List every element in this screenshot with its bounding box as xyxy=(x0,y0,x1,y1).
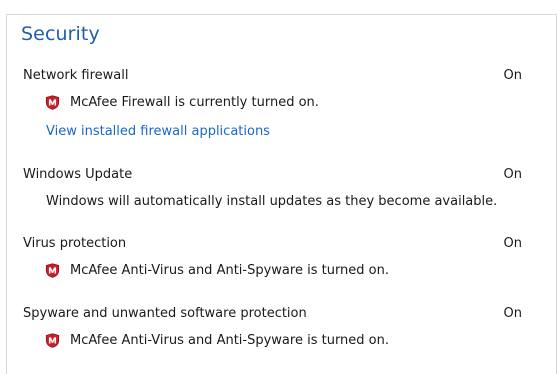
windows-update-detail: Windows will automatically install updat… xyxy=(46,194,498,209)
mcafee-shield-icon xyxy=(45,263,60,278)
virus-protection-detail: McAfee Anti-Virus and Anti-Spyware is tu… xyxy=(45,263,389,278)
mcafee-shield-icon xyxy=(45,333,60,348)
spyware-protection-status: On xyxy=(503,306,522,321)
network-firewall-status: On xyxy=(503,68,522,83)
security-panel: Security Network firewall On McAfee Fire… xyxy=(6,14,557,374)
spyware-protection-detail: McAfee Anti-Virus and Anti-Spyware is tu… xyxy=(45,333,389,348)
windows-update-label: Windows Update xyxy=(23,167,133,182)
spyware-protection-detail-text: McAfee Anti-Virus and Anti-Spyware is tu… xyxy=(70,333,390,348)
section-title: Security xyxy=(21,23,100,45)
view-firewall-applications-link[interactable]: View installed firewall applications xyxy=(46,124,270,139)
network-firewall-detail: McAfee Firewall is currently turned on. xyxy=(45,95,319,110)
mcafee-shield-icon xyxy=(45,95,60,110)
network-firewall-detail-text: McAfee Firewall is currently turned on. xyxy=(70,95,319,110)
network-firewall-label: Network firewall xyxy=(23,68,129,83)
spyware-protection-label: Spyware and unwanted software protection xyxy=(23,306,307,321)
virus-protection-status: On xyxy=(503,236,522,251)
virus-protection-label: Virus protection xyxy=(23,236,127,251)
virus-protection-detail-text: McAfee Anti-Virus and Anti-Spyware is tu… xyxy=(70,263,390,278)
windows-update-status: On xyxy=(503,167,522,182)
